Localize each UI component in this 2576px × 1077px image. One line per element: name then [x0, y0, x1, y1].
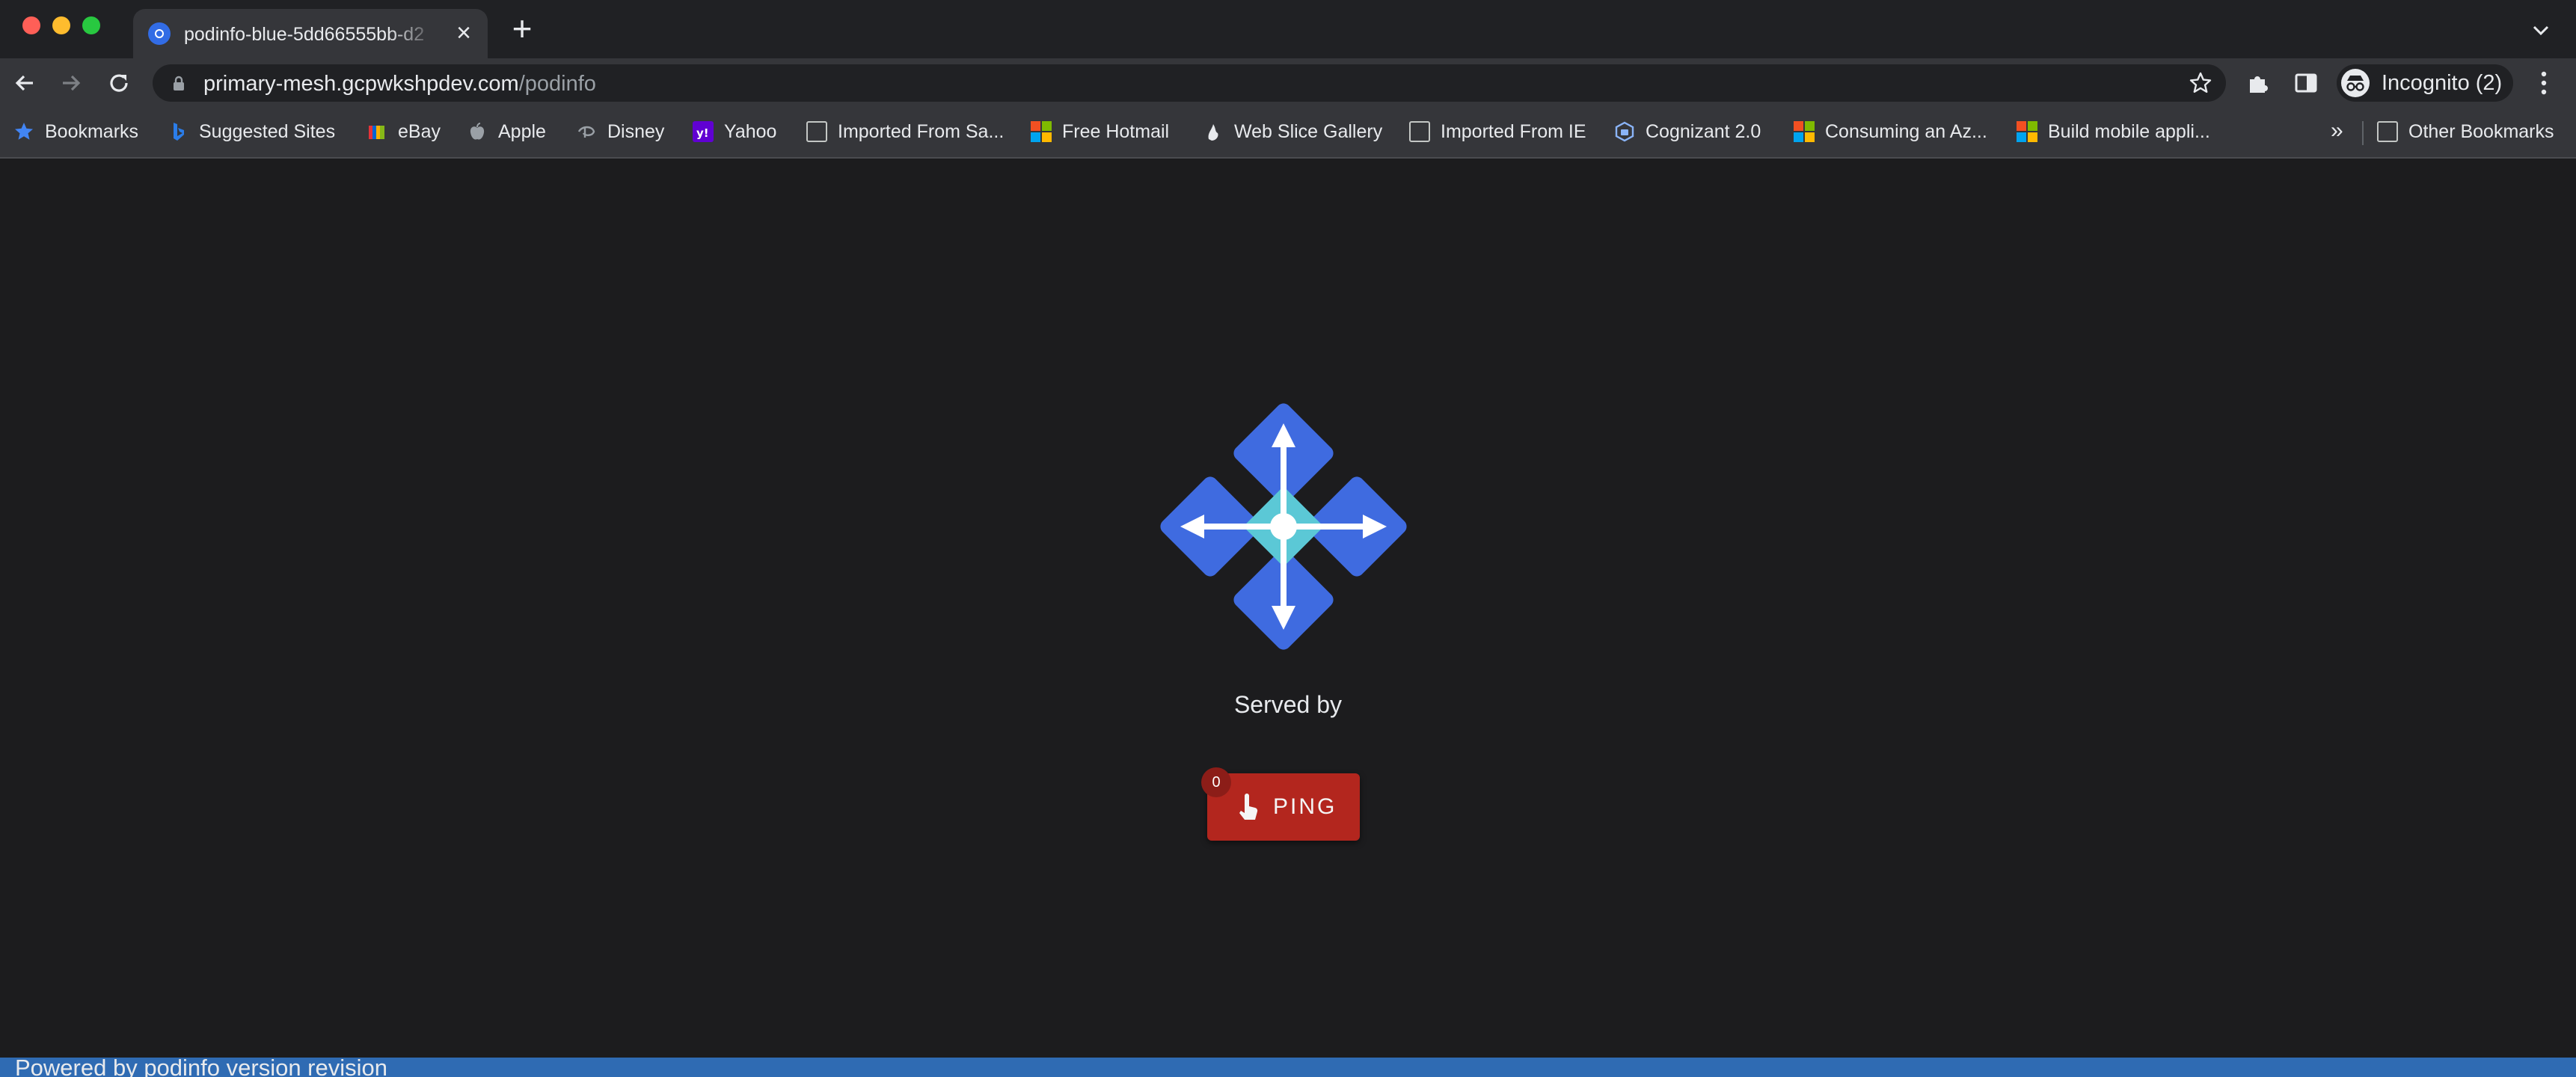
folder-icon — [1409, 121, 1430, 142]
cognizant-icon — [1615, 121, 1634, 142]
side-panel-icon[interactable] — [2293, 70, 2319, 96]
bookmark-label: Yahoo — [724, 120, 777, 142]
bookmark-build-mobile-apps[interactable]: Build mobile appli... — [2017, 118, 2210, 145]
tab-podinfo[interactable]: podinfo-blue-5dd66555bb-d2 × — [133, 9, 488, 58]
star-icon — [15, 123, 33, 140]
folder-icon — [806, 121, 827, 142]
url-host: primary-mesh.gcpwkshpdev.com — [203, 72, 519, 96]
extensions-puzzle-icon[interactable] — [2245, 70, 2271, 96]
microsoft-icon — [1794, 121, 1815, 142]
incognito-profile-button[interactable]: Incognito (2) — [2337, 64, 2513, 102]
bookmark-other-bookmarks[interactable]: Other Bookmarks — [2377, 118, 2554, 145]
bookmarks-overflow-button[interactable]: » — [2331, 118, 2343, 144]
fullscreen-window-button[interactable] — [82, 16, 100, 34]
arrow-right-icon — [63, 75, 81, 91]
incognito-label: Incognito (2) — [2382, 71, 2503, 95]
microsoft-icon — [2017, 121, 2037, 142]
bookmark-suggested-sites[interactable]: Suggested Sites — [168, 118, 335, 145]
bookmark-web-slice-gallery[interactable]: Web Slice Gallery — [1203, 118, 1382, 145]
bookmark-label: eBay — [398, 120, 441, 142]
served-by-text: Served by — [1233, 691, 1343, 718]
footer-bar: Powered by podinfo version revision — [0, 1055, 2576, 1077]
ebay-icon — [369, 126, 384, 139]
bookmark-yahoo[interactable]: y! Yahoo — [693, 118, 776, 145]
address-bar[interactable]: primary-mesh.gcpwkshpdev.com/podinfo — [153, 64, 2226, 102]
arrow-left-icon — [15, 75, 33, 91]
podinfo-logo — [1160, 403, 1407, 650]
bookmark-imported-from-safari[interactable]: Imported From Sa... — [806, 118, 1004, 145]
bookmark-ebay[interactable]: eBay — [367, 118, 441, 145]
more-menu-icon[interactable] — [2533, 67, 2555, 99]
bookmarks-bar: Bookmarks Suggested Sites eBay Apple Dis… — [0, 108, 2576, 159]
bookmark-label: Imported From IE — [1441, 120, 1586, 142]
bookmark-label: Imported From Sa... — [838, 120, 1005, 142]
toolbar: primary-mesh.gcpwkshpdev.com/podinfo Inc… — [0, 58, 2576, 108]
bookmark-label: Consuming an Az... — [1825, 120, 1987, 142]
bookmark-apple[interactable]: Apple — [467, 118, 546, 145]
bookmark-star-icon[interactable] — [2189, 71, 2212, 95]
tab-strip: podinfo-blue-5dd66555bb-d2 × + — [0, 0, 2576, 58]
webslice-icon — [1208, 124, 1218, 141]
bookmark-label: Apple — [498, 120, 546, 142]
bookmarks-divider — [2362, 121, 2364, 145]
chevron-down-icon[interactable] — [2530, 19, 2552, 42]
close-tab-icon[interactable]: × — [452, 20, 476, 46]
url-path: /podinfo — [518, 72, 596, 96]
svg-text:y!: y! — [696, 126, 709, 140]
ping-count-badge: 0 — [1201, 767, 1231, 797]
microsoft-icon — [1031, 121, 1052, 142]
back-button[interactable] — [10, 69, 39, 97]
new-tab-button[interactable]: + — [509, 11, 536, 46]
touch-app-icon — [1239, 794, 1258, 820]
lock-icon[interactable] — [171, 75, 187, 91]
url-text[interactable]: primary-mesh.gcpwkshpdev.com/podinfo — [203, 72, 596, 96]
tab-title: podinfo-blue-5dd66555bb-d2 — [184, 24, 425, 45]
bookmark-bookmarks[interactable]: Bookmarks — [13, 118, 138, 145]
browser-window: podinfo-blue-5dd66555bb-d2 × + primary-m… — [0, 0, 2576, 1077]
yahoo-icon: y! — [693, 121, 714, 142]
minimize-window-button[interactable] — [52, 16, 70, 34]
bookmark-consuming-azure[interactable]: Consuming an Az... — [1794, 118, 1987, 145]
bookmark-label: Disney — [607, 120, 665, 142]
bookmark-label: Build mobile appli... — [2048, 120, 2210, 142]
bookmark-label: Other Bookmarks — [2408, 120, 2554, 142]
incognito-icon — [2341, 69, 2370, 97]
bookmark-label: Bookmarks — [45, 120, 139, 142]
apple-icon — [470, 123, 485, 140]
bookmark-label: Free Hotmail — [1062, 120, 1170, 142]
bookmark-cognizant[interactable]: Cognizant 2.0 — [1614, 118, 1761, 145]
bookmark-label: Web Slice Gallery — [1234, 120, 1383, 142]
ping-button[interactable]: PING 0 — [1201, 767, 1360, 841]
page-content: Served by PING 0 — [0, 159, 2576, 1058]
reload-icon — [110, 74, 128, 92]
ping-label: PING — [1273, 794, 1337, 819]
reload-button[interactable] — [105, 69, 133, 97]
bookmark-label: Cognizant 2.0 — [1646, 120, 1761, 142]
disney-icon — [577, 126, 595, 138]
bookmark-imported-from-ie[interactable]: Imported From IE — [1409, 118, 1586, 145]
bing-icon — [174, 123, 184, 141]
bookmark-label: Suggested Sites — [199, 120, 336, 142]
folder-icon — [2377, 121, 2398, 142]
close-window-button[interactable] — [22, 16, 40, 34]
footer-text: Powered by podinfo version revision — [15, 1055, 387, 1077]
forward-button[interactable] — [57, 69, 85, 97]
bookmark-disney[interactable]: Disney — [576, 118, 664, 145]
kubernetes-icon — [148, 22, 171, 45]
bookmark-free-hotmail[interactable]: Free Hotmail — [1031, 118, 1169, 145]
